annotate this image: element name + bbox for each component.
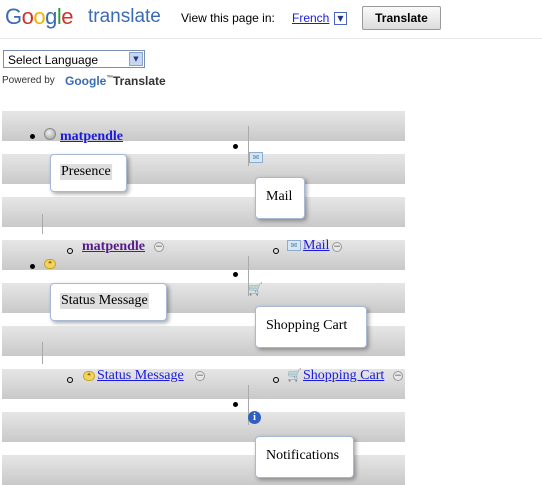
list-bullet <box>30 134 35 139</box>
list-bullet <box>233 144 238 149</box>
status-message-link[interactable]: Status Message <box>97 368 184 384</box>
collapse-icon[interactable]: − <box>195 371 205 381</box>
language-dropdown-icon[interactable]: ▼ <box>334 12 347 25</box>
row-band <box>2 240 405 270</box>
collapse-icon[interactable]: − <box>154 242 164 252</box>
presence-tooltip-label: Presence <box>60 164 112 180</box>
shopping-cart-tooltip-label: Shopping Cart <box>266 318 348 333</box>
list-ring-bullet <box>67 248 73 254</box>
presence-globe-icon <box>44 128 56 140</box>
status-bubble-icon: ❝ <box>83 371 95 381</box>
chevron-down-icon[interactable]: ▼ <box>129 52 143 66</box>
connector-line <box>42 214 43 234</box>
language-select-value: Select Language <box>8 53 99 67</box>
shopping-cart-icon: 🛒 <box>248 282 263 296</box>
list-ring-bullet <box>273 248 279 254</box>
mail-link[interactable]: Mail <box>303 238 329 254</box>
google-small-logo: Google™ <box>65 74 114 88</box>
list-bullet <box>30 264 35 269</box>
shopping-cart-icon: 🛒 <box>287 368 302 382</box>
shopping-cart-tooltip: Shopping Cart <box>255 306 367 348</box>
shopping-cart-link[interactable]: Shopping Cart <box>303 368 384 384</box>
collapse-icon[interactable]: − <box>332 242 342 252</box>
language-select[interactable]: Select Language ▼ <box>3 50 145 68</box>
collapse-icon[interactable]: − <box>393 371 403 381</box>
mail-icon: ✉ <box>287 240 301 251</box>
powered-by-translate: Translate <box>113 74 166 88</box>
list-ring-bullet <box>67 377 73 383</box>
mail-icon: ✉ <box>249 152 263 163</box>
notifications-tooltip-label: Notifications <box>266 448 340 463</box>
list-bullet <box>233 402 238 407</box>
notifications-tooltip: Notifications <box>255 436 354 478</box>
translate-wordmark: translate <box>88 6 161 27</box>
connector-line <box>42 342 43 364</box>
info-icon: i <box>248 411 261 424</box>
presence-tooltip: Presence <box>50 154 127 192</box>
target-language-link[interactable]: French <box>292 11 329 25</box>
view-page-in-label: View this page in: <box>181 11 275 25</box>
status-message-tooltip-label: Status Message <box>60 293 149 309</box>
status-message-tooltip: Status Message <box>50 283 167 321</box>
row-band <box>2 197 405 227</box>
list-bullet <box>233 272 238 277</box>
mail-tooltip: Mail <box>255 177 305 219</box>
user-link-matpendle[interactable]: matpendle <box>60 129 123 145</box>
powered-by-label: Powered by <box>2 75 55 86</box>
status-bubble-icon: ❝ <box>44 259 56 269</box>
list-ring-bullet <box>273 377 279 383</box>
mail-tooltip-label: Mail <box>266 189 293 204</box>
user-link-matpendle[interactable]: matpendle <box>82 239 145 255</box>
translate-button[interactable]: Translate <box>362 6 441 30</box>
google-logo: Google <box>5 4 74 29</box>
